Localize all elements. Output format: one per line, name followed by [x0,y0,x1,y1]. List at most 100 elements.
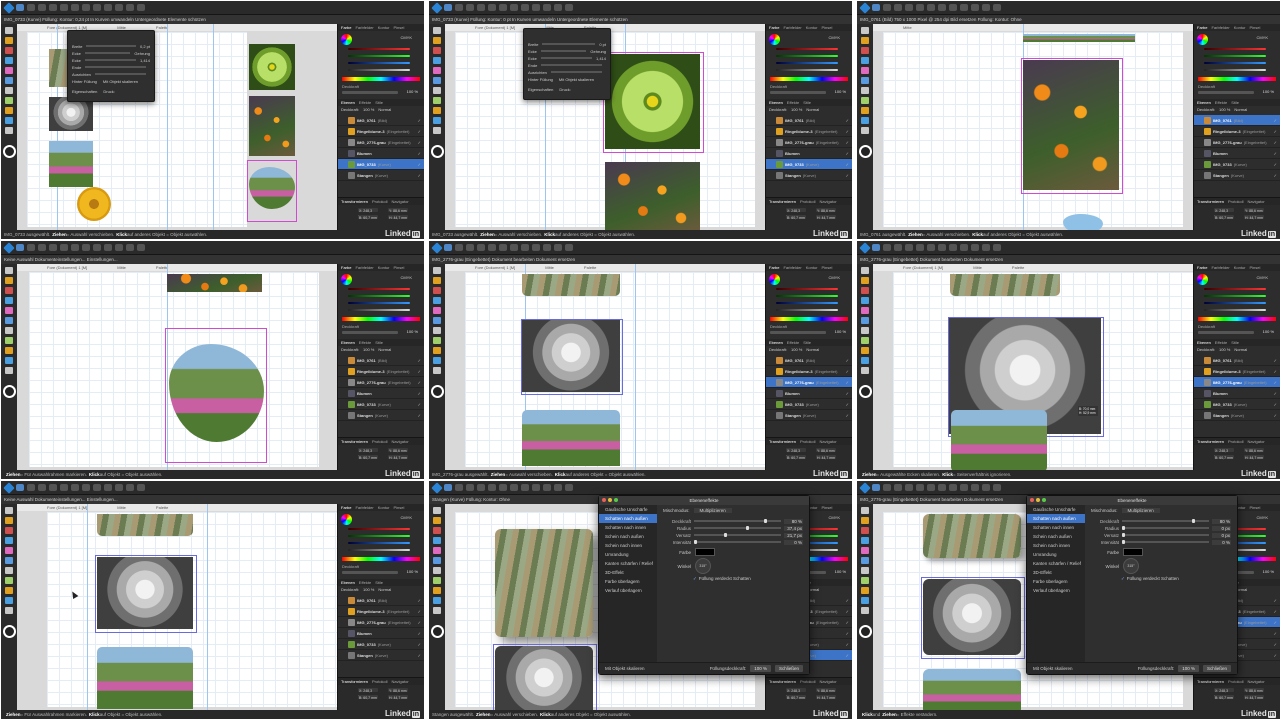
move-tool-icon[interactable] [444,484,452,491]
fill-tool-icon[interactable] [5,557,13,564]
move-tool-icon[interactable] [872,244,880,251]
photo-canes[interactable] [495,529,593,637]
transform-field[interactable]: X: 248,3 mm [1214,688,1234,698]
pencil-tool-icon[interactable] [433,537,441,544]
transform-tab[interactable]: Transformieren [769,439,796,444]
color-slider[interactable] [1204,288,1266,290]
opacity-value[interactable]: 100 % [835,89,846,94]
scale-with-object-button[interactable]: Mit Objekt skalieren [559,77,594,82]
layer-row[interactable]: Stangen(Kurve) ✓ [1194,170,1280,181]
blend-opacity-value[interactable]: 100 % [1219,107,1230,113]
transform-field[interactable]: B: 60,7 mm [1214,695,1234,700]
persona-icon[interactable] [894,4,902,11]
pencil-tool-icon[interactable] [5,297,13,304]
crop-tool-icon[interactable] [433,87,441,94]
transform-tab[interactable]: Navigator [1248,199,1265,204]
hue-bar[interactable] [342,317,420,321]
color-slider[interactable] [1204,48,1266,50]
opacity-value[interactable]: 100 % [1263,329,1274,334]
crop-tool-icon[interactable] [5,87,13,94]
layers-tab[interactable]: Stile [375,100,383,105]
angle-dial-icon[interactable]: 315° [1123,558,1139,574]
opacity-value[interactable]: 100 % [835,569,846,574]
param-slider[interactable] [694,540,781,544]
persona-icon[interactable] [466,4,474,11]
close-button[interactable]: Schließen [774,665,803,672]
arrange-icon[interactable] [115,4,123,11]
view-tool-icon[interactable] [5,607,13,614]
zoom-tool-icon[interactable] [5,357,13,364]
layer-row[interactable]: IMG_2776-grau(Eingebettet) ✓ [766,377,852,388]
layer-row[interactable]: Blumen ✓ [338,628,424,639]
align-icon[interactable] [960,244,968,251]
context-toolbar-text[interactable]: IMG_0733 (Kurve) Füllung: Kontur: 0 pt I… [432,17,628,22]
transform-tab[interactable]: Transformieren [341,439,368,444]
tab-3[interactable]: Pinsel [1249,505,1260,510]
text-tool-icon[interactable] [861,587,869,594]
photo-garden[interactable] [951,410,1047,470]
transform-tab[interactable]: Protokoll [1228,199,1244,204]
opacity-value[interactable]: 100 % [1263,89,1274,94]
text-tool-icon[interactable] [433,347,441,354]
visibility-check-icon[interactable]: ✓ [846,380,849,385]
node-tool-icon[interactable] [5,277,13,284]
move-tool-icon[interactable] [5,27,13,34]
arrange-icon[interactable] [971,244,979,251]
color-slider[interactable] [776,295,838,297]
pen-tool-icon[interactable] [861,287,869,294]
visibility-check-icon[interactable]: ✓ [846,413,849,418]
history-icon[interactable] [488,244,496,251]
opacity-value[interactable]: 100 % [407,89,418,94]
visibility-check-icon[interactable]: ✓ [418,631,421,636]
stroke-row-value[interactable]: 0 pt [599,42,606,47]
layer-row[interactable]: IMG_2776-grau(Eingebettet) ✓ [1194,377,1280,388]
visibility-check-icon[interactable]: ✓ [846,620,849,625]
color-swatch-icon[interactable] [858,145,872,158]
boolean-icon[interactable] [565,244,573,251]
visibility-check-icon[interactable]: ✓ [846,140,849,145]
transform-field[interactable]: X: 248,3 mm [358,688,378,698]
transform-field[interactable]: Y: 88,6 mm [388,208,408,213]
persona-icon[interactable] [49,244,57,251]
stroke-row-value[interactable]: Gehrung [590,49,606,54]
photo-garden[interactable] [923,669,1021,710]
align-icon[interactable] [960,4,968,11]
photo-rose-gray[interactable] [49,97,93,131]
transform-field[interactable]: H: 44,7 mm [1244,215,1264,220]
view-tool-icon[interactable] [433,127,441,134]
history-icon[interactable] [916,4,924,11]
insert-icon[interactable] [554,4,562,11]
visibility-check-icon[interactable]: ✓ [1274,642,1277,647]
transform-field[interactable]: B: 60,7 mm [786,455,806,460]
insert-icon[interactable] [554,484,562,491]
pen-tool-icon[interactable] [5,47,13,54]
zoom-icon[interactable] [1042,498,1046,502]
stroke-slider[interactable] [84,59,136,61]
layer-row[interactable]: IMG_0761(Bild) ✓ [338,595,424,606]
document-canvas[interactable]: Mitte [873,24,1194,230]
layer-row[interactable]: IMG_0733(Kurve) ✓ [338,639,424,650]
angle-dial-icon[interactable]: 315° [695,558,711,574]
persona-icon[interactable] [905,484,913,491]
blend-opacity-value[interactable]: 100 % [363,347,374,353]
visibility-check-icon[interactable]: ✓ [418,140,421,145]
arrange-icon[interactable] [115,244,123,251]
context-toolbar-text[interactable]: Keine Auswahl Dokumenteinstellungen... E… [4,497,118,502]
transform-tab[interactable]: Protokoll [372,679,388,684]
hue-bar[interactable] [770,77,848,81]
undo-icon[interactable] [927,4,935,11]
arrange-icon[interactable] [543,4,551,11]
color-swatch-icon[interactable] [430,625,444,638]
color-slider[interactable] [776,309,838,311]
slider-knob[interactable] [1122,526,1125,530]
param-slider[interactable] [694,526,781,530]
visibility-check-icon[interactable]: ✓ [846,609,849,614]
persona-icon[interactable] [477,4,485,11]
layer-row[interactable]: Blumen ✓ [338,148,424,159]
fill-tool-icon[interactable] [5,77,13,84]
blend-mode[interactable]: Normal [806,107,819,113]
color-swatch-icon[interactable] [430,385,444,398]
layers-tab[interactable]: Ebenen [1197,100,1211,105]
blend-mode[interactable]: Normal [806,347,819,353]
transform-field[interactable]: H: 44,7 mm [816,215,836,220]
